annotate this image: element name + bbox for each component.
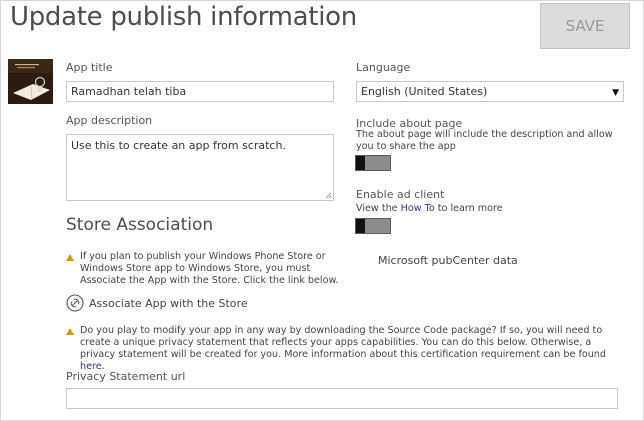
warning-icon — [66, 328, 74, 335]
about-page-note: The about page will include the descript… — [356, 129, 613, 152]
ad-client-note: View the How To to learn more — [356, 203, 503, 215]
dropdown-arrow-icon: ▼ — [612, 88, 619, 98]
how-to-link[interactable]: How To — [401, 203, 435, 214]
language-select[interactable]: English (United States) ▼ — [356, 81, 624, 102]
ad-client-toggle[interactable] — [355, 218, 391, 234]
pubcenter-data-label: Microsoft pubCenter data — [378, 254, 518, 267]
ad-client-note-suffix: to learn more — [434, 203, 503, 214]
warning-icon — [66, 254, 74, 261]
link-icon[interactable] — [66, 294, 84, 312]
app-thumbnail-image — [8, 59, 53, 104]
language-selected-value: English (United States) — [361, 85, 488, 98]
about-page-toggle[interactable] — [355, 155, 391, 171]
store-association-title: Store Association — [66, 215, 214, 235]
app-description-textarea[interactable]: Use this to create an app from scratch. — [66, 134, 334, 201]
app-description-label: App description — [66, 114, 153, 127]
ad-client-note-prefix: View the — [356, 203, 401, 214]
privacy-warning-text: Do you play to modify your app in any wa… — [80, 325, 628, 373]
ad-client-label: Enable ad client — [356, 188, 445, 201]
app-title-label: App title — [66, 61, 113, 74]
app-title-input[interactable]: Ramadhan telah tiba — [66, 81, 334, 102]
resize-handle-icon[interactable] — [325, 192, 332, 199]
privacy-statement-label: Privacy Statement url — [66, 370, 186, 383]
privacy-warning-body: Do you play to modify your app in any wa… — [80, 325, 606, 360]
app-icon[interactable] — [8, 59, 53, 104]
privacy-statement-input[interactable] — [66, 388, 618, 409]
save-button[interactable]: SAVE — [540, 3, 630, 49]
language-label: Language — [356, 61, 411, 74]
associate-app-link[interactable]: Associate App with the Store — [89, 297, 248, 310]
page-title: Update publish information — [10, 2, 357, 32]
toggle-knob — [356, 219, 365, 233]
store-warning-text: If you plan to publish your Windows Phon… — [80, 251, 339, 286]
app-description-text: Use this to create an app from scratch. — [71, 139, 286, 152]
toggle-knob — [356, 156, 365, 170]
